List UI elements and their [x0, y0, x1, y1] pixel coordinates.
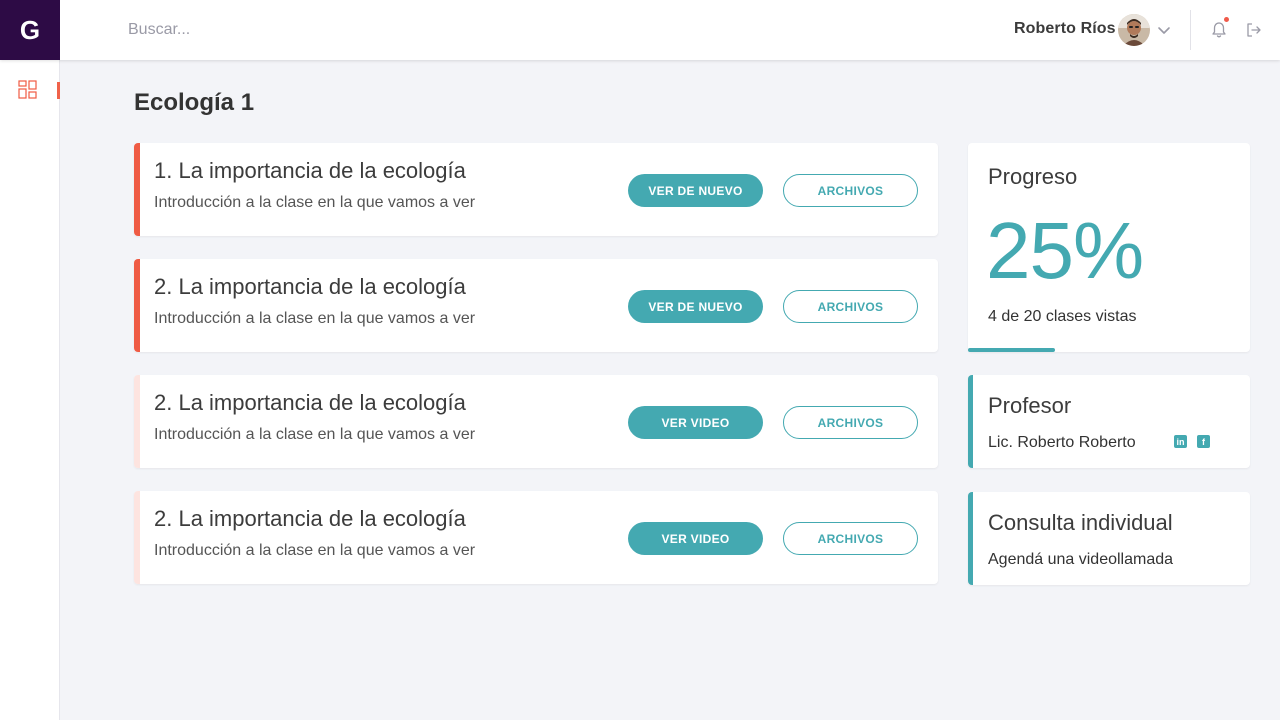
page-title: Ecología 1 — [134, 89, 255, 116]
teacher-card: Profesor Lic. Roberto Roberto in f — [968, 375, 1250, 468]
consult-heading: Consulta individual — [988, 510, 1173, 535]
search-input[interactable] — [128, 18, 528, 42]
lesson-title: 2. La importancia de la ecología — [154, 390, 466, 415]
linkedin-icon[interactable]: in — [1174, 435, 1187, 448]
brand-logo[interactable]: G — [0, 0, 60, 60]
consult-link[interactable]: Agendá una videollamada — [988, 551, 1173, 569]
watch-video-button[interactable]: VER VIDEO — [628, 406, 763, 439]
watch-again-button[interactable]: VER DE NUEVO — [628, 290, 763, 323]
progress-heading: Progreso — [988, 164, 1078, 189]
brand-logo-letter: G — [19, 14, 41, 45]
files-button[interactable]: ARCHIVOS — [783, 290, 918, 323]
notification-dot — [1224, 17, 1229, 22]
lesson-status-bar — [134, 259, 140, 352]
chevron-down-icon[interactable] — [1156, 22, 1172, 38]
files-button[interactable]: ARCHIVOS — [783, 522, 918, 555]
teacher-name: Lic. Roberto Roberto — [988, 434, 1136, 451]
watch-again-button[interactable]: VER DE NUEVO — [628, 174, 763, 207]
progress-bar-fill — [968, 348, 1055, 352]
lesson-subtitle: Introducción a la clase en la que vamos … — [154, 310, 476, 327]
lesson-title: 2. La importancia de la ecología — [154, 506, 466, 531]
header-divider — [1190, 10, 1191, 50]
teacher-heading: Profesor — [988, 393, 1072, 418]
progress-summary: 4 de 20 clases vistas — [988, 308, 1137, 325]
consult-card-accent — [968, 492, 973, 585]
logout-icon[interactable] — [1245, 21, 1263, 39]
consult-card[interactable]: Consulta individual Agendá una videollam… — [968, 492, 1250, 585]
lesson-title: 1. La importancia de la ecología — [154, 158, 466, 183]
files-button[interactable]: ARCHIVOS — [783, 174, 918, 207]
dashboard-grid-icon[interactable] — [18, 80, 38, 100]
user-name[interactable]: Roberto Ríos — [1014, 20, 1116, 38]
bell-icon[interactable] — [1210, 21, 1228, 39]
lesson-subtitle: Introducción a la clase en la que vamos … — [154, 426, 476, 443]
lesson-title: 2. La importancia de la ecología — [154, 274, 466, 299]
lesson-card: 2. La importancia de la ecología Introdu… — [134, 375, 938, 468]
lesson-status-bar — [134, 491, 140, 584]
progress-bar — [968, 348, 1250, 352]
progress-percentage: 25% — [986, 206, 1144, 295]
sidebar — [0, 60, 60, 720]
lesson-card: 2. La importancia de la ecología Introdu… — [134, 259, 938, 352]
lesson-status-bar — [134, 375, 140, 468]
lesson-status-bar — [134, 143, 140, 236]
avatar[interactable] — [1118, 14, 1150, 46]
lesson-subtitle: Introducción a la clase en la que vamos … — [154, 542, 476, 559]
progress-card: Progreso 25% 4 de 20 clases vistas — [968, 143, 1250, 352]
lesson-card: 2. La importancia de la ecología Introdu… — [134, 491, 938, 584]
teacher-card-accent — [968, 375, 973, 468]
lesson-card: 1. La importancia de la ecología Introdu… — [134, 143, 938, 236]
top-bar: G Roberto Ríos — [0, 0, 1280, 60]
facebook-icon[interactable]: f — [1197, 435, 1210, 448]
files-button[interactable]: ARCHIVOS — [783, 406, 918, 439]
sidebar-active-indicator — [57, 82, 60, 99]
watch-video-button[interactable]: VER VIDEO — [628, 522, 763, 555]
lesson-subtitle: Introducción a la clase en la que vamos … — [154, 194, 476, 211]
